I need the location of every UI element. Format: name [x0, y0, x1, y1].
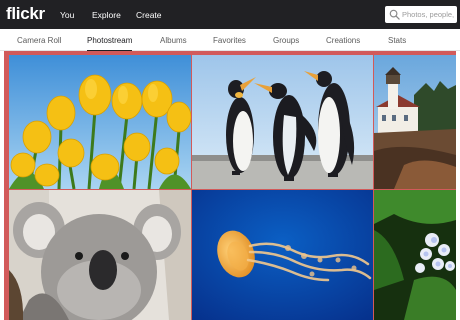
- photostream-grid: [4, 51, 456, 320]
- tab-camera-roll[interactable]: Camera Roll: [17, 29, 61, 52]
- photo-tulips[interactable]: [9, 55, 191, 189]
- sub-navigation: Camera Roll Photostream Albums Favorites…: [0, 29, 460, 52]
- tab-albums[interactable]: Albums: [160, 29, 187, 52]
- tab-creations[interactable]: Creations: [326, 29, 360, 52]
- tab-photostream[interactable]: Photostream: [87, 29, 133, 52]
- photo-lighthouse[interactable]: [374, 55, 456, 189]
- search-input[interactable]: Photos, people,: [402, 6, 455, 23]
- tab-stats[interactable]: Stats: [388, 29, 406, 52]
- tab-groups[interactable]: Groups: [273, 29, 299, 52]
- flickr-logo[interactable]: flickr: [6, 4, 45, 24]
- nav-create[interactable]: Create: [136, 0, 162, 29]
- top-bar: flickr You Explore Create Photos, people…: [0, 0, 460, 29]
- photo-koala[interactable]: [9, 190, 191, 320]
- photo-jellyfish[interactable]: [192, 190, 373, 320]
- tab-favorites[interactable]: Favorites: [213, 29, 246, 52]
- search-box[interactable]: Photos, people,: [385, 6, 457, 23]
- nav-you[interactable]: You: [60, 0, 74, 29]
- photo-hydrangea[interactable]: [374, 190, 456, 320]
- search-icon: [389, 9, 400, 20]
- nav-explore[interactable]: Explore: [92, 0, 121, 29]
- photo-penguins[interactable]: [192, 55, 373, 189]
